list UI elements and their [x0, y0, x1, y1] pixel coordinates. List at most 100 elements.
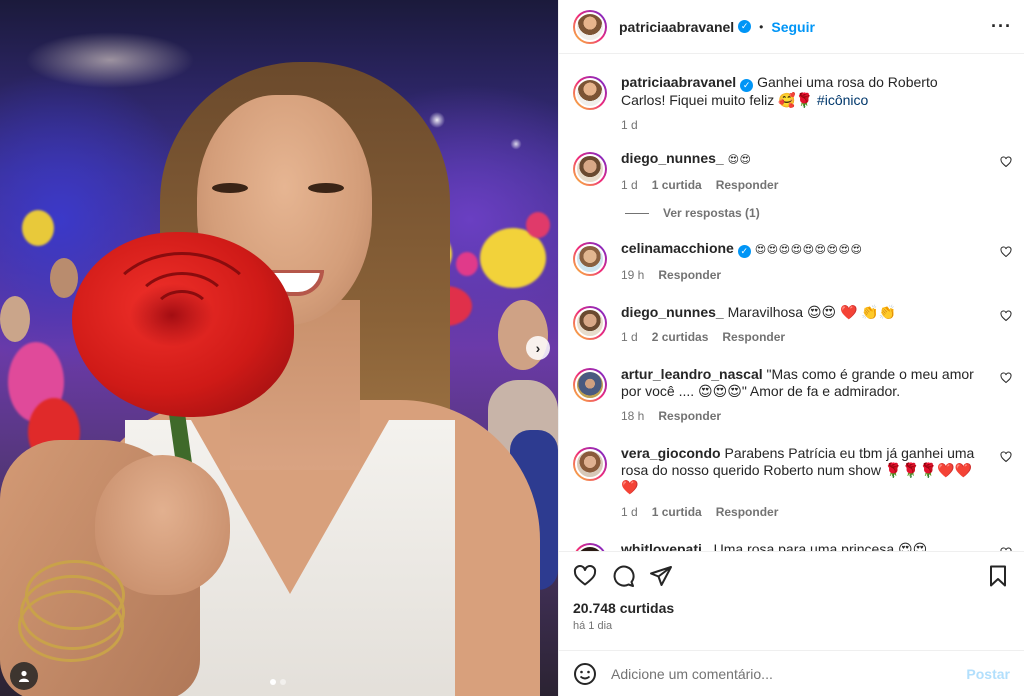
comment-text-block: whitlovepati_ Uma rosa para uma princesa… — [621, 541, 980, 551]
verified-badge-icon: ✓ — [737, 245, 751, 258]
comments-list[interactable]: patriciaabravanel ✓ Ganhei uma rosa do Ro… — [559, 54, 1024, 551]
comment-item: celinamacchione ✓ 😍😍😍😍😍😍😍😍😍 19 h Responde… — [573, 240, 1024, 282]
carousel-next-button[interactable]: › — [526, 336, 550, 360]
comment-likes-link[interactable]: 1 curtida — [652, 505, 702, 519]
comment-item: artur_leandro_nascal "Mas como é grande … — [573, 366, 1024, 423]
heart-icon[interactable] — [1000, 547, 1012, 551]
tagged-users-button[interactable] — [10, 662, 38, 690]
comment-time: 1 d — [621, 178, 638, 192]
post-photo[interactable]: › — [0, 0, 558, 696]
caption: patriciaabravanel ✓ Ganhei uma rosa do Ro… — [573, 74, 1024, 132]
comment-username[interactable]: celinamacchione — [621, 240, 734, 256]
comment-body: celinamacchione ✓ 😍😍😍😍😍😍😍😍😍 19 h Responde… — [621, 240, 1024, 282]
pompom — [456, 252, 478, 276]
avatar[interactable] — [573, 447, 607, 481]
reply-button[interactable]: Responder — [716, 505, 779, 519]
post-side-panel: patriciaabravanel ✓ • Seguir ··· patrici… — [558, 0, 1024, 696]
comment-text: Uma rosa para uma princesa 😍😍 — [713, 541, 928, 551]
share-send-icon[interactable] — [649, 564, 673, 588]
likes-count[interactable]: 20.748 curtidas — [573, 600, 1010, 616]
right-eye — [308, 183, 344, 193]
post-header: patriciaabravanel ✓ • Seguir ··· — [559, 0, 1024, 54]
emoji-smiley-icon[interactable] — [573, 662, 597, 686]
comment-body: whitlovepati_ Uma rosa para uma princesa… — [621, 541, 1024, 551]
comment-meta: 1 d 1 curtida Responder — [621, 178, 980, 192]
heart-icon[interactable] — [1000, 372, 1012, 384]
comment-text: 😍😍😍😍😍😍😍😍😍 — [754, 244, 863, 256]
heart-icon[interactable] — [1000, 156, 1012, 168]
comment-item: diego_nunnes_ Maravilhosa 😍😍 ❤️ 👏👏 1 d 2… — [573, 304, 1024, 344]
comment-time: 19 h — [621, 268, 645, 282]
pompom — [22, 210, 54, 246]
comment-meta: 1 d 1 curtida Responder — [621, 505, 980, 519]
comment-time: 1 d — [621, 330, 638, 344]
like-heart-icon[interactable] — [573, 564, 597, 588]
header-username[interactable]: patriciaabravanel — [619, 19, 734, 35]
post-comment-button[interactable]: Postar — [966, 666, 1010, 682]
comment-text-block: diego_nunnes_ 😍😍 — [621, 150, 980, 169]
heart-icon[interactable] — [1000, 310, 1012, 322]
avatar[interactable] — [573, 368, 607, 402]
reply-button[interactable]: Responder — [716, 178, 779, 192]
avatar[interactable] — [573, 9, 607, 44]
heart-icon[interactable] — [1000, 451, 1012, 463]
comment-username[interactable]: vera_giocondo — [621, 445, 721, 461]
separator-dot: • — [759, 19, 764, 34]
comment-text-block: vera_giocondo Parabens Patrícia eu tbm j… — [621, 445, 980, 496]
comment-text-block: artur_leandro_nascal "Mas como é grande … — [621, 366, 980, 400]
avatar[interactable] — [573, 152, 607, 186]
comment-text-block: diego_nunnes_ Maravilhosa 😍😍 ❤️ 👏👏 — [621, 304, 980, 321]
comment-meta: 19 h Responder — [621, 268, 980, 282]
comment-likes-link[interactable]: 2 curtidas — [652, 330, 709, 344]
comment-body: vera_giocondo Parabens Patrícia eu tbm j… — [621, 445, 1024, 519]
follow-button[interactable]: Seguir — [771, 19, 815, 35]
comment-item: diego_nunnes_ 😍😍 1 d 1 curtida Responder — [573, 150, 1024, 192]
caption-text-block: patriciaabravanel ✓ Ganhei uma rosa do Ro… — [621, 74, 980, 109]
comment-time: 18 h — [621, 409, 645, 423]
verified-badge-icon: ✓ — [740, 79, 754, 92]
comment-time: 1 d — [621, 505, 638, 519]
comment-body: diego_nunnes_ 😍😍 1 d 1 curtida Responder — [621, 150, 1024, 192]
comment-username[interactable]: whitlovepati_ — [621, 541, 710, 551]
comment-item: whitlovepati_ Uma rosa para uma princesa… — [573, 541, 1024, 551]
comment-text-block: celinamacchione ✓ 😍😍😍😍😍😍😍😍😍 — [621, 240, 980, 259]
caption-username[interactable]: patriciaabravanel — [621, 74, 736, 90]
comment-meta: 1 d 2 curtidas Responder — [621, 330, 980, 344]
carousel-dot-active — [270, 679, 276, 685]
comment-body: artur_leandro_nascal "Mas como é grande … — [621, 366, 1024, 423]
avatar[interactable] — [573, 76, 607, 110]
replies-line — [625, 212, 649, 214]
view-replies-label: Ver respostas (1) — [663, 206, 760, 220]
bracelet — [18, 590, 124, 662]
heart-icon[interactable] — [1000, 246, 1012, 258]
post-date: há 1 dia — [573, 620, 613, 632]
reply-button[interactable]: Responder — [722, 330, 785, 344]
comment-username[interactable]: diego_nunnes_ — [621, 150, 724, 166]
rose-petal — [102, 252, 262, 382]
comment-meta: 18 h Responder — [621, 409, 980, 423]
avatar[interactable] — [573, 242, 607, 276]
pompom — [526, 212, 550, 238]
comment-likes-link[interactable]: 1 curtida — [652, 178, 702, 192]
instagram-post: › patriciaabravanel ✓ • Seguir ··· patri… — [0, 0, 1024, 696]
comment-username[interactable]: artur_leandro_nascal — [621, 366, 763, 382]
caption-meta: 1 d — [621, 118, 980, 132]
carousel-dot — [280, 679, 286, 685]
hashtag-link[interactable]: #icônico — [817, 92, 868, 108]
comment-bubble-icon[interactable] — [611, 564, 635, 588]
comment-text: Maravilhosa 😍😍 ❤️ 👏👏 — [727, 304, 897, 320]
action-icons — [573, 564, 1010, 588]
reply-button[interactable]: Responder — [658, 268, 721, 282]
comment-input[interactable] — [611, 665, 967, 682]
avatar[interactable] — [573, 543, 607, 551]
user-icon — [19, 670, 29, 682]
avatar[interactable] — [573, 306, 607, 340]
verified-badge-icon: ✓ — [738, 20, 752, 33]
more-horizontal-icon[interactable]: ··· — [991, 16, 1012, 37]
action-bar: 20.748 curtidas há 1 dia — [559, 551, 1024, 638]
reply-button[interactable]: Responder — [658, 409, 721, 423]
comment-username[interactable]: diego_nunnes_ — [621, 304, 724, 320]
add-comment-bar: Postar — [559, 650, 1024, 696]
bookmark-save-icon[interactable] — [986, 564, 1010, 588]
view-replies-button[interactable]: Ver respostas (1) — [625, 206, 1024, 220]
